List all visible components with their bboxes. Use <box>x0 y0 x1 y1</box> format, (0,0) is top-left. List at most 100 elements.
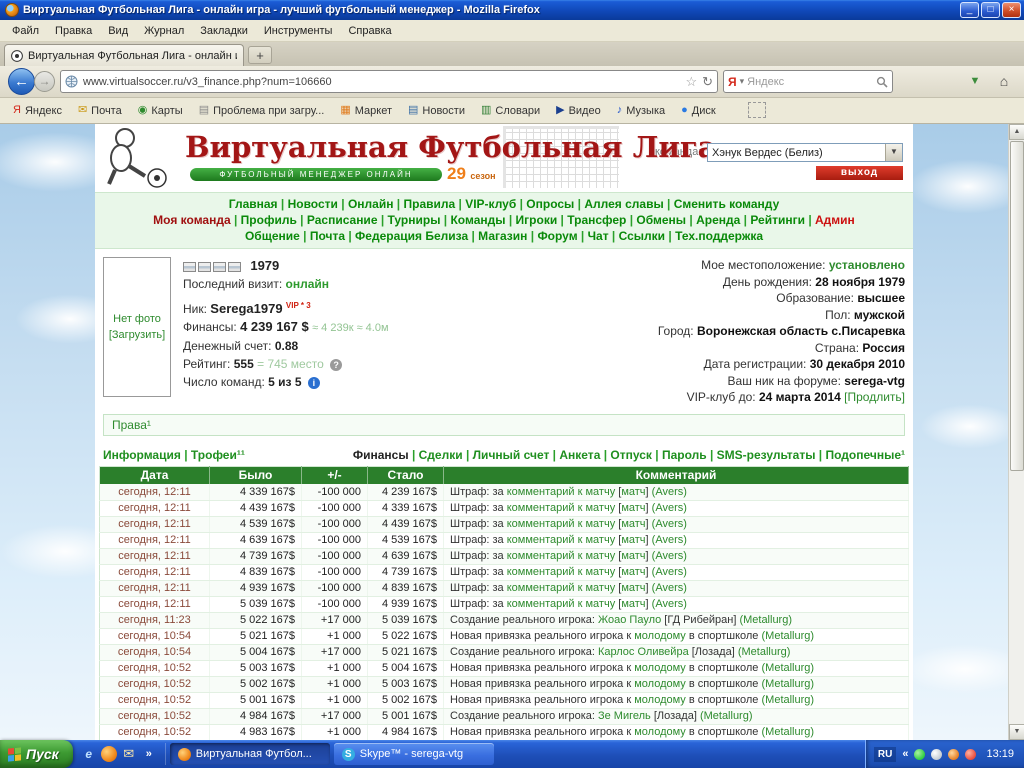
new-tab-button[interactable]: + <box>248 46 272 64</box>
comment-link[interactable]: комментарий к матчу <box>507 502 615 514</box>
comment-team-link[interactable]: (Avers) <box>652 550 687 562</box>
menu-item[interactable]: Правка <box>47 22 100 40</box>
scrollbar-thumb[interactable] <box>1010 141 1024 471</box>
profile-tab[interactable]: Личный счет <box>473 448 560 462</box>
comment-team-link[interactable]: (Avers) <box>652 534 687 546</box>
comment-link[interactable]: Зе Мигель <box>598 710 651 722</box>
nav-link[interactable]: Ссылки <box>619 229 675 243</box>
comment-team-link[interactable]: (Metallurg) <box>738 646 791 658</box>
comment-match-link[interactable]: матч <box>621 566 645 578</box>
bookmark-item[interactable]: ♪ Музыка <box>610 102 672 120</box>
comment-match-link[interactable]: матч <box>621 582 645 594</box>
profile-tab[interactable]: Трофеи¹¹ <box>191 448 245 462</box>
profile-tab[interactable]: Финансы <box>353 448 419 462</box>
comment-match-link[interactable]: матч <box>621 486 645 498</box>
window-titlebar[interactable]: Виртуальная Футбольная Лига - онлайн игр… <box>0 0 1024 20</box>
profile-tab[interactable]: Сделки <box>419 448 473 462</box>
tray-icon-orange[interactable] <box>948 749 959 760</box>
bookmark-item[interactable]: ● Диск <box>674 102 723 120</box>
upload-photo-link[interactable]: [Загрузить] <box>109 329 165 341</box>
comment-team-link[interactable]: (Avers) <box>652 566 687 578</box>
menu-item[interactable]: Закладки <box>192 22 256 40</box>
comment-match-link[interactable]: матч <box>621 502 645 514</box>
search-bar[interactable]: Я ▾ Яндекс <box>723 70 893 93</box>
downloads-button[interactable]: ▼ <box>963 70 987 94</box>
comment-match-link[interactable]: матч <box>621 598 645 610</box>
search-input[interactable]: Яндекс <box>747 76 873 88</box>
comment-link[interactable]: комментарий к матчу <box>507 534 615 546</box>
reload-icon[interactable]: ↻ <box>702 74 713 90</box>
quicklaunch-expand-icon[interactable]: » <box>141 746 157 762</box>
comment-link[interactable]: молодому <box>634 662 686 674</box>
comment-link[interactable]: комментарий к матчу <box>507 566 615 578</box>
comment-team-link[interactable]: (Metallurg) <box>762 694 815 706</box>
home-button[interactable]: ⌂ <box>992 70 1016 94</box>
comment-link[interactable]: комментарий к матчу <box>507 598 615 610</box>
profile-tab[interactable]: Пароль <box>662 448 717 462</box>
comment-link[interactable]: комментарий к матчу <box>507 518 615 530</box>
search-engine-dropdown-icon[interactable]: ▾ <box>740 76 745 87</box>
maximize-button[interactable]: □ <box>981 2 1000 18</box>
url-bar[interactable]: www.virtualsoccer.ru/v3_finance.php?num=… <box>60 70 718 93</box>
prolong-link[interactable]: [Продлить] <box>844 390 905 404</box>
profile-tab[interactable]: SMS-результаты <box>717 448 826 462</box>
comment-team-link[interactable]: (Avers) <box>652 486 687 498</box>
bookmark-star-icon[interactable]: ☆ <box>685 74 697 90</box>
comment-team-link[interactable]: (Avers) <box>652 582 687 594</box>
firefox-quicklaunch-icon[interactable] <box>101 746 117 762</box>
tray-collapse-icon[interactable]: « <box>902 748 908 760</box>
help-icon[interactable]: ? <box>330 359 342 371</box>
nav-link[interactable]: Почта <box>310 229 355 243</box>
yandex-engine-icon[interactable]: Я <box>728 75 737 89</box>
bookmark-item[interactable]: ▶ Видео <box>549 102 608 120</box>
browser-tab[interactable]: Виртуальная Футбольная Лига - онлайн и..… <box>4 44 244 66</box>
taskbar-button-skype[interactable]: S Skype™ - serega-vtg <box>334 743 494 765</box>
nav-link[interactable]: Админ <box>815 213 855 227</box>
profile-tab[interactable]: Информация <box>103 448 191 462</box>
nav-link[interactable]: Онлайн <box>348 197 404 211</box>
menu-item[interactable]: Журнал <box>136 22 192 40</box>
internet-explorer-icon[interactable]: e <box>81 746 97 762</box>
scroll-up-button[interactable]: ▲ <box>1009 124 1024 140</box>
nav-link[interactable]: Форум <box>537 229 587 243</box>
comment-team-link[interactable]: (Metallurg) <box>762 726 815 738</box>
bookmark-item[interactable]: ✉ Почта <box>71 102 129 120</box>
empty-bookmark-slot[interactable] <box>748 102 766 118</box>
comment-link[interactable]: Карлос Оливейра <box>598 646 689 658</box>
nav-link[interactable]: Моя команда <box>153 213 241 227</box>
nav-link[interactable]: Чат <box>588 229 619 243</box>
menu-item[interactable]: Вид <box>100 22 136 40</box>
profile-tab[interactable]: Подопечные¹ <box>826 448 906 462</box>
nav-link[interactable]: Профиль <box>241 213 307 227</box>
comment-team-link[interactable]: (Metallurg) <box>700 710 753 722</box>
nav-link[interactable]: Рейтинги <box>750 213 815 227</box>
tray-icon-red[interactable] <box>965 749 976 760</box>
comment-link[interactable]: комментарий к матчу <box>507 582 615 594</box>
page-scrollbar[interactable]: ▲ ▼ <box>1008 124 1024 740</box>
tray-icon-green[interactable] <box>914 749 925 760</box>
bookmark-item[interactable]: ◉ Карты <box>131 102 190 120</box>
nav-link[interactable]: VIP-клуб <box>465 197 526 211</box>
nav-link[interactable]: Сменить команду <box>674 197 780 211</box>
language-indicator[interactable]: RU <box>874 747 896 762</box>
comment-link[interactable]: молодому <box>634 630 686 642</box>
menu-item[interactable]: Инструменты <box>256 22 341 40</box>
nav-link[interactable]: Федерация Белиза <box>355 229 478 243</box>
comment-team-link[interactable]: (Avers) <box>652 598 687 610</box>
nav-link[interactable]: Обмены <box>636 213 696 227</box>
nav-link[interactable]: Трансфер <box>567 213 636 227</box>
mail-quicklaunch-icon[interactable]: ✉ <box>121 746 137 762</box>
comment-team-link[interactable]: (Avers) <box>652 502 687 514</box>
close-button[interactable]: × <box>1002 2 1021 18</box>
menu-item[interactable]: Файл <box>4 22 47 40</box>
nav-link[interactable]: Главная <box>229 197 288 211</box>
nav-link[interactable]: Аренда <box>696 213 750 227</box>
bookmark-item[interactable]: ▦ Маркет <box>333 102 399 120</box>
minimize-button[interactable]: _ <box>960 2 979 18</box>
info-icon[interactable]: i <box>308 377 320 389</box>
tray-icon-white[interactable] <box>931 749 942 760</box>
comment-link[interactable]: комментарий к матчу <box>507 486 615 498</box>
scroll-down-button[interactable]: ▼ <box>1009 724 1024 740</box>
team-select[interactable]: Хэнук Вердес (Белиз) ▼ <box>707 143 903 162</box>
comment-match-link[interactable]: матч <box>621 534 645 546</box>
